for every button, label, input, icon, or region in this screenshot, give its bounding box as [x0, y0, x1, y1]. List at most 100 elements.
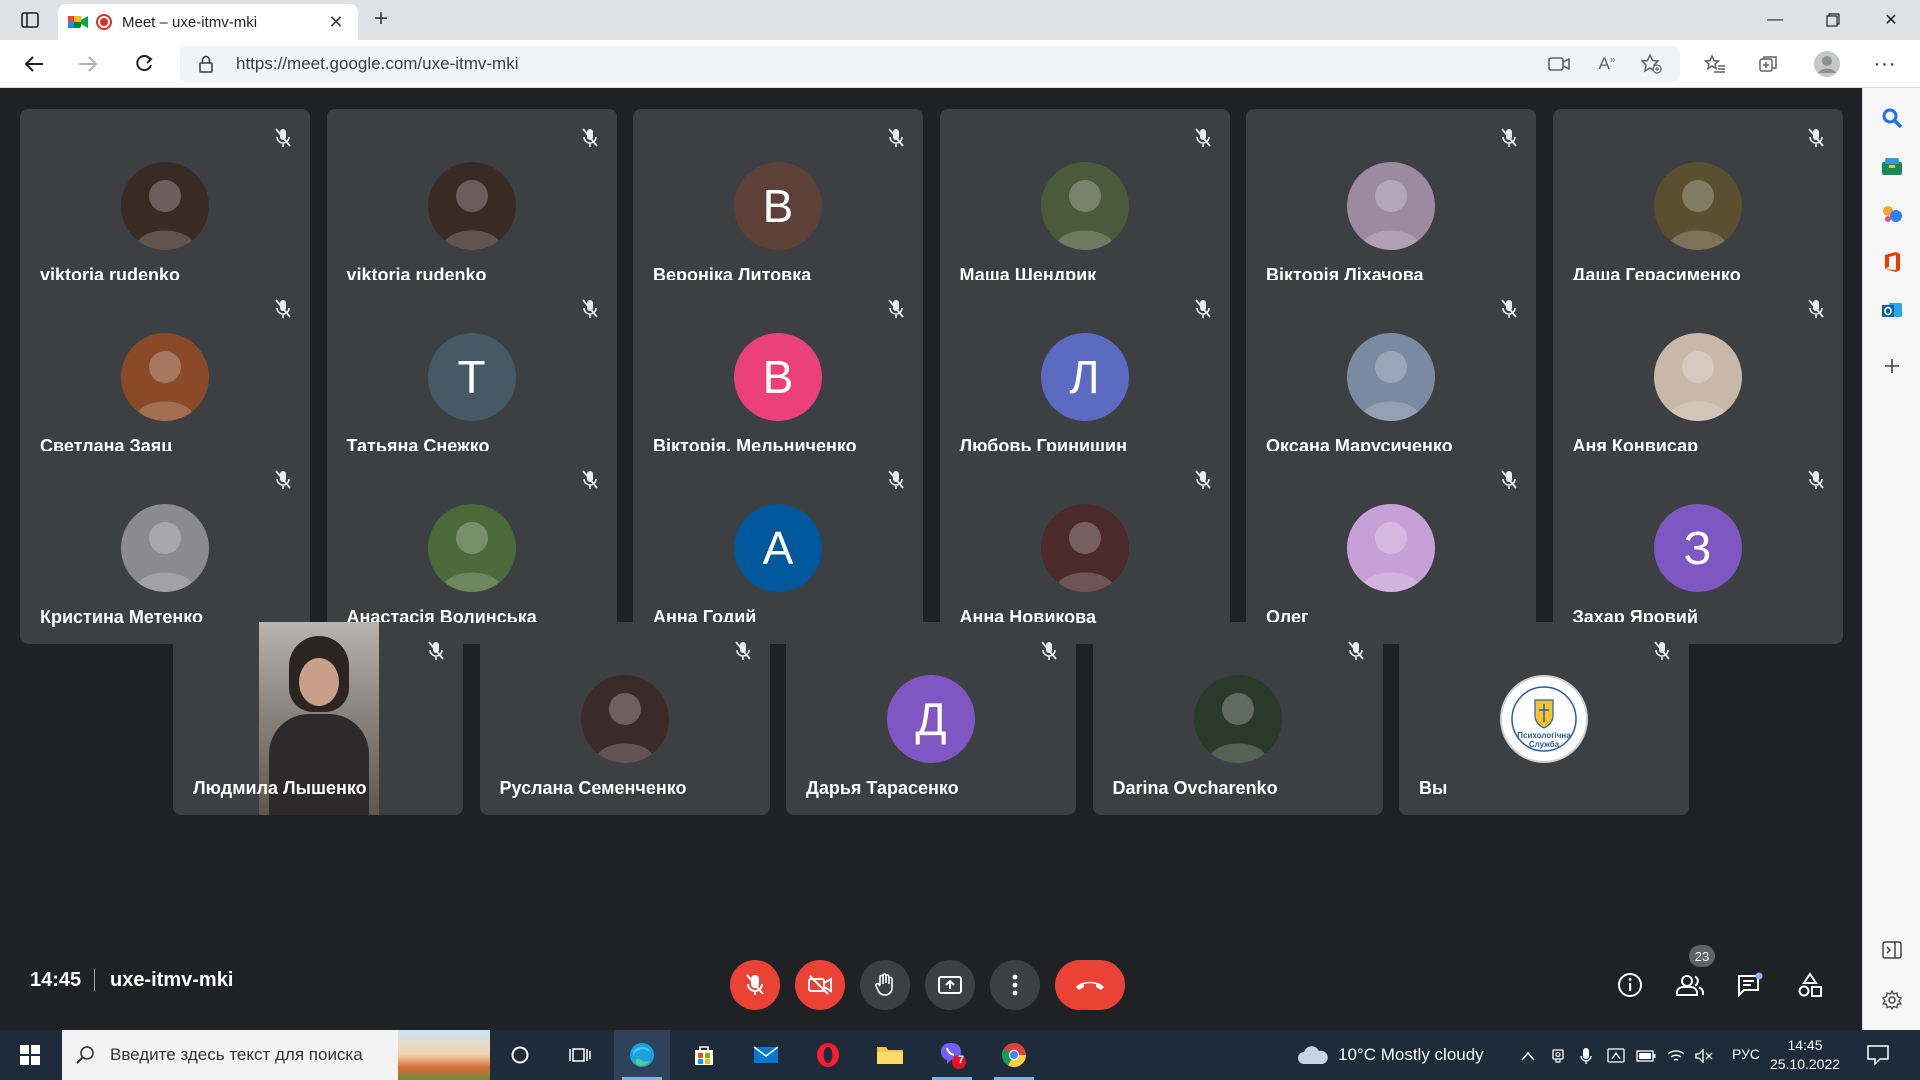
participant-tile[interactable]: Д Дарья Тарасенко — [786, 622, 1076, 815]
leave-call-button[interactable] — [1055, 960, 1125, 1010]
outlook-icon[interactable] — [1880, 298, 1904, 322]
url-field[interactable]: https://meet.google.com/uxe-itmv-mki — [180, 46, 1680, 82]
participant-tile[interactable]: Даша Герасименко — [1552, 109, 1843, 302]
refresh-button[interactable] — [126, 48, 162, 80]
participant-avatar — [580, 675, 669, 763]
mic-toggle-button[interactable] — [730, 960, 780, 1010]
camera-permission-icon[interactable] — [1544, 50, 1574, 78]
notifications-icon[interactable] — [1866, 1044, 1890, 1066]
participant-tile[interactable]: Аня Конвисар — [1552, 280, 1843, 473]
browser-tab-meet[interactable]: Meet – uxe-itmv-mki ✕ — [58, 4, 358, 40]
cortana-icon — [511, 1046, 529, 1064]
store-taskbar-button[interactable] — [676, 1030, 732, 1080]
participant-tile[interactable]: Вікторія Ліхачова — [1246, 109, 1536, 302]
hide-sidebar-icon[interactable] — [1880, 938, 1904, 962]
mail-taskbar-button[interactable] — [738, 1030, 794, 1080]
more-options-button[interactable] — [990, 960, 1040, 1010]
cloud-icon — [1298, 1046, 1328, 1064]
participant-avatar — [1653, 162, 1742, 250]
input-language[interactable]: РУС — [1732, 1046, 1760, 1062]
chrome-taskbar-button[interactable] — [986, 1030, 1042, 1080]
participant-tile[interactable]: А Анна Годий — [633, 451, 923, 644]
settings-gear-icon[interactable] — [1880, 988, 1904, 1012]
collections-icon[interactable] — [1754, 50, 1784, 78]
add-favorite-icon[interactable] — [1636, 50, 1666, 78]
participant-tile[interactable]: З Захар Яровий — [1552, 451, 1843, 644]
taskbar-clock[interactable]: 14:45 25.10.2022 — [1762, 1036, 1848, 1074]
show-hidden-icons-icon[interactable] — [1518, 1046, 1538, 1066]
participant-tile[interactable]: Руслана Семенченко — [479, 622, 770, 815]
forward-button[interactable] — [70, 48, 106, 80]
viber-taskbar-button[interactable]: 7 — [924, 1030, 980, 1080]
lock-icon[interactable] — [198, 55, 214, 73]
microphone-tray-icon[interactable] — [1576, 1046, 1596, 1066]
close-window-button[interactable]: ✕ — [1862, 0, 1920, 40]
participant-avatar: Т — [427, 333, 516, 421]
participant-avatar: А — [734, 504, 822, 592]
chat-button[interactable] — [1728, 963, 1772, 1007]
shopping-icon[interactable] — [1880, 154, 1904, 178]
wifi-icon[interactable] — [1666, 1046, 1686, 1066]
start-button[interactable] — [10, 1040, 50, 1070]
participant-tile[interactable]: Т Татьяна Снежко — [326, 280, 617, 473]
participant-tile[interactable]: В Вікторія. Мельниченко — [633, 280, 923, 473]
camera-toggle-button[interactable] — [795, 960, 845, 1010]
participant-avatar: В — [734, 333, 822, 421]
participant-tile[interactable]: Психологічна Служба Вы — [1399, 622, 1689, 815]
mic-muted-icon — [270, 296, 296, 322]
add-sidebar-app-icon[interactable] — [1880, 354, 1904, 378]
meeting-details-button[interactable] — [1608, 963, 1652, 1007]
more-menu-icon[interactable]: ··· — [1870, 50, 1900, 78]
people-button[interactable] — [1668, 963, 1712, 1007]
activities-button[interactable] — [1788, 963, 1832, 1007]
participant-avatar: В — [734, 162, 822, 250]
participant-tile[interactable]: В Вероніка Литовка — [633, 109, 923, 302]
participant-tile[interactable]: Анна Новикова — [939, 451, 1230, 644]
participant-tile[interactable]: Маша Шендрик — [939, 109, 1230, 302]
profile-avatar[interactable] — [1812, 50, 1842, 78]
minimize-button[interactable]: — — [1746, 0, 1804, 40]
volume-muted-icon[interactable] — [1694, 1046, 1714, 1066]
mic-muted-icon — [423, 638, 449, 664]
search-icon — [76, 1046, 94, 1064]
participant-tile[interactable]: Анастасія Волинська — [326, 451, 617, 644]
task-view-button[interactable] — [552, 1030, 608, 1080]
meeting-code: uxe-itmv-mki — [110, 969, 234, 991]
mic-off-icon — [746, 974, 764, 995]
present-screen-button[interactable] — [925, 960, 975, 1010]
edge-taskbar-button[interactable] — [614, 1030, 670, 1080]
office-icon[interactable] — [1880, 250, 1904, 274]
explorer-taskbar-button[interactable] — [862, 1030, 918, 1080]
tab-close-icon[interactable]: ✕ — [324, 12, 348, 33]
participant-tile[interactable]: Кристина Метенко — [20, 451, 310, 644]
search-icon[interactable] — [1880, 106, 1904, 130]
favorites-icon[interactable] — [1700, 50, 1730, 78]
games-icon[interactable] — [1880, 202, 1904, 226]
weather-widget[interactable]: 10°C Mostly cloudy — [1296, 1044, 1484, 1066]
meet-tray-icon[interactable] — [1606, 1046, 1626, 1066]
opera-taskbar-button[interactable] — [800, 1030, 856, 1080]
participant-tile[interactable]: viktoria rudenko — [326, 109, 617, 302]
windows-logo-icon — [20, 1045, 40, 1065]
participant-tile[interactable]: Олег — [1246, 451, 1536, 644]
participant-tile[interactable]: Светлана Заяц — [20, 280, 310, 473]
participant-tile[interactable]: Оксана Марусиченко — [1246, 280, 1536, 473]
raise-hand-button[interactable] — [860, 960, 910, 1010]
tab-actions-icon[interactable] — [12, 6, 48, 34]
participant-tile[interactable]: viktoria rudenko — [20, 109, 310, 302]
participant-tile[interactable]: Людмила Лышенко — [173, 622, 463, 815]
hand-icon — [875, 973, 893, 996]
cortana-button[interactable] — [492, 1030, 548, 1080]
battery-icon[interactable] — [1636, 1046, 1656, 1066]
participant-tile[interactable]: Darina Ovcharenko — [1092, 622, 1383, 815]
back-button[interactable] — [16, 48, 52, 80]
maximize-button[interactable] — [1804, 0, 1862, 40]
camera-tray-icon[interactable] — [1548, 1046, 1568, 1066]
recording-indicator-icon — [96, 14, 112, 30]
taskbar-search-box[interactable]: Введите здесь текст для поиска — [62, 1030, 490, 1080]
read-aloud-icon[interactable]: A» — [1592, 50, 1622, 78]
participant-avatar — [121, 162, 209, 250]
participant-tile[interactable]: Л Любовь Гринишин — [939, 280, 1230, 473]
new-tab-button[interactable]: + — [366, 6, 396, 34]
participant-avatar — [1347, 162, 1435, 250]
